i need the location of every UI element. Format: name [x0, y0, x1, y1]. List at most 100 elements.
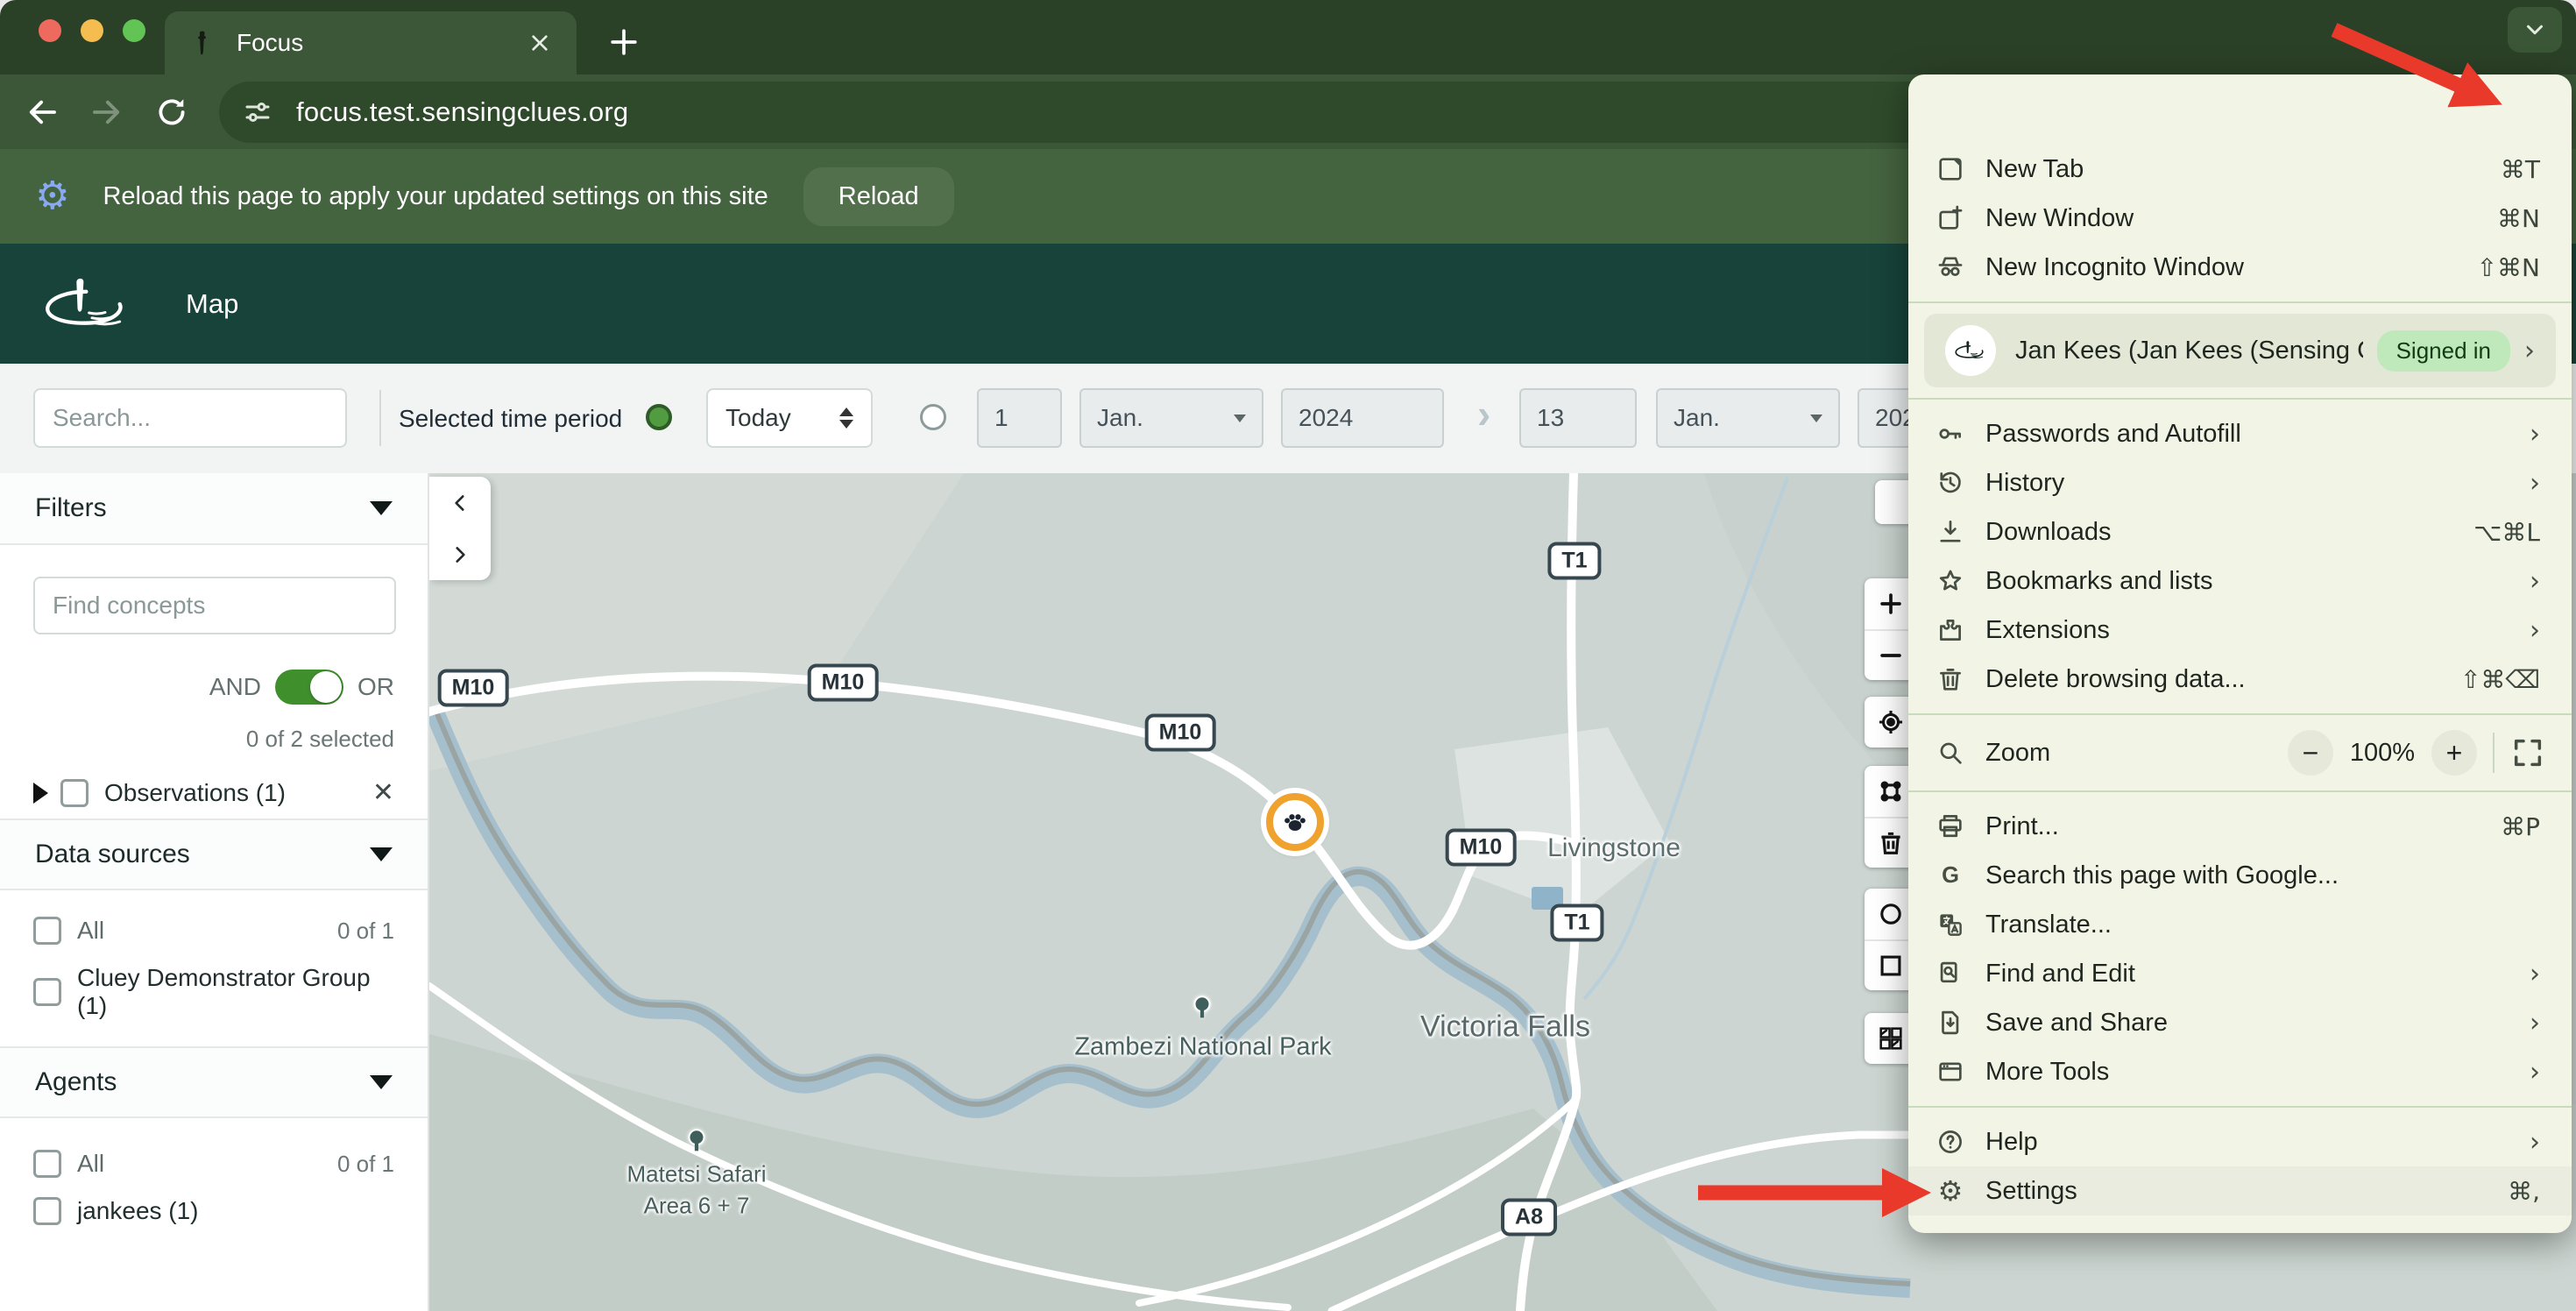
- filters-sidebar: Filters Find concepts AND OR 0 of 2 sele…: [0, 473, 429, 1311]
- focus-favicon: [188, 28, 217, 58]
- new-tab-button[interactable]: [605, 23, 643, 61]
- road-badge-m10: M10: [1144, 713, 1216, 752]
- agents-count: 0 of 1: [336, 1150, 394, 1177]
- expand-observations-icon[interactable]: [33, 782, 48, 804]
- road-badge-m10: M10: [807, 663, 879, 702]
- menu-item-print[interactable]: Print... ⌘P: [1908, 802, 2572, 851]
- data-sources-section-body: All 0 of 1 Cluey Demonstrator Group (1): [0, 890, 428, 1046]
- from-year-input[interactable]: 2024: [1281, 388, 1444, 448]
- menu-item-save-and-share[interactable]: Save and Share ›: [1908, 998, 2572, 1047]
- chevron-down-icon: [2527, 25, 2543, 35]
- observation-marker[interactable]: [1266, 793, 1324, 851]
- shortcut-label: ⌘P: [2501, 811, 2540, 841]
- chrome-menu: New Tab ⌘T New Window ⌘N New Incognito Windo…: [1908, 74, 2572, 1233]
- jankees-checkbox[interactable]: [33, 1197, 61, 1225]
- forward-button[interactable]: [84, 89, 130, 135]
- cluey-group-label: Cluey Demonstrator Group (1): [77, 964, 371, 1019]
- menu-item-zoom: Zoom −100% +: [1908, 725, 2572, 781]
- to-month-select[interactable]: Jan.: [1656, 388, 1840, 448]
- menu-item-new-incognito-window[interactable]: New Incognito Window ⇧⌘N: [1908, 243, 2572, 292]
- and-label: AND: [209, 673, 261, 700]
- menu-item-extensions[interactable]: Extensions ›: [1908, 606, 2572, 655]
- menu-item-delete-browsing-data[interactable]: Delete browsing data... ⇧⌘⌫: [1908, 655, 2572, 704]
- toggle-knob: [310, 671, 342, 703]
- observations-checkbox[interactable]: [60, 778, 88, 807]
- zoom-out-button[interactable]: −: [2288, 730, 2333, 776]
- menu-item-label: Translate...: [1985, 910, 2112, 939]
- submenu-chevron-icon: ›: [2530, 467, 2540, 499]
- menu-item-help[interactable]: Help ›: [1908, 1117, 2572, 1166]
- from-day-input[interactable]: 1: [977, 388, 1062, 448]
- from-month-select[interactable]: Jan.: [1079, 388, 1263, 448]
- menu-divider: [1908, 398, 2572, 400]
- menu-item-profile[interactable]: Jan Kees (Jan Kees (Sensing C... Signed i…: [1924, 314, 2556, 387]
- submenu-chevron-icon: ›: [2530, 565, 2540, 597]
- menu-item-label: New Incognito Window: [1985, 252, 2244, 281]
- collapse-sidebar-button[interactable]: [429, 477, 491, 528]
- menu-item-label: More Tools: [1985, 1057, 2110, 1086]
- sensing-clues-logo: [35, 269, 140, 339]
- menu-item-downloads[interactable]: Downloads ⌥⌘L: [1908, 507, 2572, 556]
- expand-sidebar-button[interactable]: [429, 528, 491, 580]
- star-icon: [1931, 565, 1970, 597]
- menu-item-settings[interactable]: ⚙ Settings ⌘,: [1908, 1166, 2572, 1215]
- close-tab-icon[interactable]: [526, 29, 554, 57]
- concepts-selected-count: 0 of 2 selected: [245, 726, 394, 752]
- time-period-label: Selected time period: [399, 405, 623, 432]
- zoom-in-button[interactable]: +: [2431, 730, 2477, 776]
- menu-item-label: Print...: [1985, 811, 2059, 840]
- menu-item-new-window[interactable]: New Window ⌘N: [1908, 194, 2572, 243]
- road-badge-m10: M10: [437, 669, 509, 707]
- reload-message: Reload this page to apply your updated s…: [103, 181, 768, 210]
- menu-item-find-and-edit[interactable]: Find and Edit ›: [1908, 949, 2572, 998]
- select-arrows-icon: [839, 407, 853, 429]
- browser-tab-focus[interactable]: Focus: [165, 11, 577, 74]
- data-sources-all-checkbox[interactable]: [33, 917, 61, 945]
- download-icon: [1931, 516, 1970, 548]
- shortcut-label: ⌘,: [2508, 1176, 2540, 1206]
- cluey-group-checkbox[interactable]: [33, 978, 61, 1006]
- menu-item-history[interactable]: History ›: [1908, 458, 2572, 507]
- shortcut-label: ⌥⌘L: [2473, 517, 2540, 547]
- site-settings-icon[interactable]: [242, 96, 273, 128]
- custom-period-radio[interactable]: [920, 404, 946, 430]
- data-sources-section-header[interactable]: Data sources: [0, 818, 428, 890]
- maximize-window-button[interactable]: [123, 19, 145, 42]
- agents-all-checkbox[interactable]: [33, 1150, 61, 1178]
- submenu-chevron-icon: ›: [2530, 1056, 2540, 1088]
- incognito-icon: [1931, 252, 1970, 283]
- menu-item-bookmarks-and-lists[interactable]: Bookmarks and lists ›: [1908, 556, 2572, 606]
- preset-period-radio[interactable]: [646, 404, 672, 430]
- close-window-button[interactable]: [39, 19, 61, 42]
- menu-item-label: Save and Share: [1985, 1008, 2168, 1037]
- fullscreen-button[interactable]: [2510, 735, 2545, 770]
- reload-button[interactable]: Reload: [803, 167, 954, 226]
- filters-title: Filters: [35, 493, 107, 522]
- menu-item-passwords-and-autofill[interactable]: Passwords and Autofill ›: [1908, 409, 2572, 458]
- menu-item-new-tab[interactable]: New Tab ⌘T: [1908, 145, 2572, 194]
- agents-section-header[interactable]: Agents: [0, 1046, 428, 1118]
- reload-page-button[interactable]: [149, 89, 195, 135]
- tab-search-button[interactable]: [2508, 7, 2562, 53]
- back-button[interactable]: [19, 89, 65, 135]
- search-input[interactable]: Search...: [33, 388, 347, 448]
- paw-icon: [1284, 814, 1306, 831]
- menu-divider: [1908, 1106, 2572, 1108]
- to-day-input[interactable]: 13: [1519, 388, 1637, 448]
- save-icon: [1931, 1007, 1970, 1038]
- zoom-value: 100%: [2349, 738, 2416, 767]
- menu-item-translate[interactable]: Translate...: [1908, 900, 2572, 949]
- menu-item-search-page-with-google[interactable]: G Search this page with Google...: [1908, 851, 2572, 900]
- road-badge-t1: T1: [1550, 904, 1604, 942]
- find-concepts-input[interactable]: Find concepts: [33, 577, 396, 634]
- and-or-toggle[interactable]: [275, 670, 343, 705]
- period-preset-select[interactable]: Today: [706, 388, 873, 448]
- shortcut-label: ⌘N: [2497, 203, 2540, 233]
- filters-section-header[interactable]: Filters: [0, 473, 428, 545]
- observations-label: Observations (1): [104, 778, 286, 806]
- date-range-chevron-icon: ›: [1477, 391, 1491, 436]
- remove-observations-icon[interactable]: ✕: [372, 777, 394, 808]
- menu-item-more-tools[interactable]: More Tools ›: [1908, 1047, 2572, 1096]
- minimize-window-button[interactable]: [81, 19, 103, 42]
- shortcut-label: ⌘T: [2500, 154, 2540, 184]
